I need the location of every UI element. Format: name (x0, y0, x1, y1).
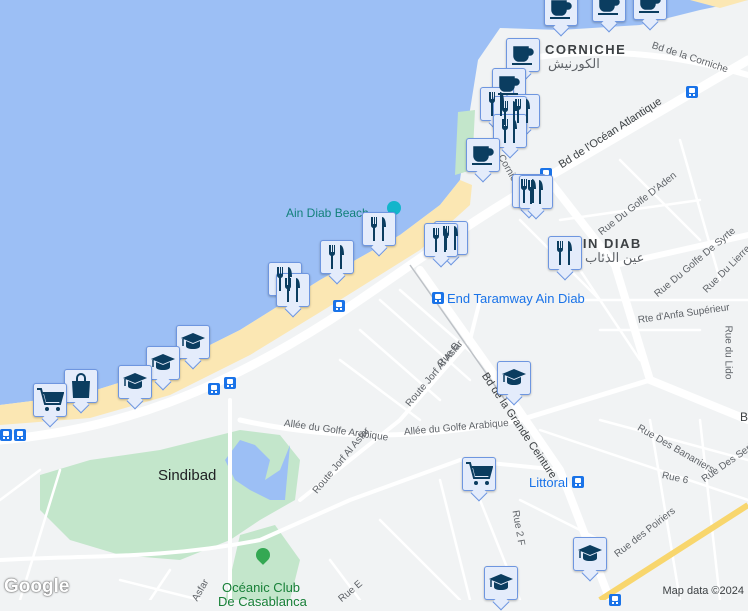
grocery-marker[interactable] (33, 383, 67, 417)
school-icon (501, 367, 527, 389)
school-icon (180, 331, 206, 353)
cafe-icon (471, 144, 495, 166)
google-logo: Google (4, 576, 70, 597)
school-marker[interactable] (176, 325, 210, 359)
restaurant-icon (526, 179, 546, 205)
restaurant-icon (500, 118, 520, 144)
school-marker[interactable] (118, 365, 152, 399)
grocery-icon (36, 387, 64, 413)
cafe-marker[interactable] (544, 0, 578, 26)
cafe-marker[interactable] (592, 0, 626, 22)
restaurant-icon (327, 244, 347, 270)
area-label-ain-diab-ar: عين الذئاب (585, 250, 645, 265)
cafe-marker[interactable] (466, 138, 500, 172)
place-oceanic-club[interactable]: Océanic Club (222, 580, 300, 595)
grocery-icon (465, 461, 493, 487)
cafe-icon (511, 44, 535, 66)
tram-stop-icon[interactable] (432, 292, 444, 304)
bus-stop-icon[interactable] (14, 429, 26, 441)
area-label-corniche: CORNICHE (545, 42, 627, 57)
bus-stop-icon[interactable] (0, 429, 12, 441)
restaurant-icon (283, 277, 303, 303)
bus-stop-icon[interactable] (224, 377, 236, 389)
restaurant-icon (555, 240, 575, 266)
transit-littoral[interactable]: Littoral (529, 475, 568, 490)
map-attribution[interactable]: Map data ©2024 (663, 585, 745, 597)
place-ain-diab-beach[interactable]: Ain Diab Beach (286, 206, 369, 220)
school-marker[interactable] (497, 361, 531, 395)
cafe-marker[interactable] (633, 0, 667, 20)
map-canvas[interactable] (0, 0, 748, 600)
area-label-ain-diab: AIN DIAB (572, 236, 642, 251)
transit-taramway[interactable]: End Taramway Ain Diab (447, 291, 585, 306)
cafe-icon (638, 0, 662, 14)
school-marker[interactable] (484, 566, 518, 600)
school-icon (488, 572, 514, 594)
bus-stop-icon[interactable] (609, 594, 621, 606)
shopping-icon (70, 373, 92, 399)
restaurant-marker[interactable] (320, 240, 354, 274)
restaurant-marker[interactable] (362, 212, 396, 246)
school-icon (577, 543, 603, 565)
cafe-icon (549, 0, 573, 20)
shopping-marker[interactable] (64, 369, 98, 403)
grocery-marker[interactable] (462, 457, 496, 491)
street-bd-right: B (740, 410, 748, 424)
restaurant-icon (369, 216, 389, 242)
place-sindibad[interactable]: Sindibad (158, 467, 216, 484)
tram-stop-icon[interactable] (572, 476, 584, 488)
bus-stop-icon[interactable] (208, 383, 220, 395)
bus-stop-icon[interactable] (686, 86, 698, 98)
place-oceanic-club-2: De Casablanca (218, 594, 307, 609)
street-lido: Rue du Lido (722, 325, 734, 380)
school-marker[interactable] (573, 537, 607, 571)
school-icon (122, 371, 148, 393)
restaurant-icon (431, 227, 451, 253)
school-icon (150, 352, 176, 374)
bus-stop-icon[interactable] (333, 300, 345, 312)
area-label-corniche-ar: الكورنيش (548, 56, 600, 71)
cafe-icon (597, 0, 621, 16)
cafe-marker[interactable] (506, 38, 540, 72)
restaurant-marker[interactable] (548, 236, 582, 270)
